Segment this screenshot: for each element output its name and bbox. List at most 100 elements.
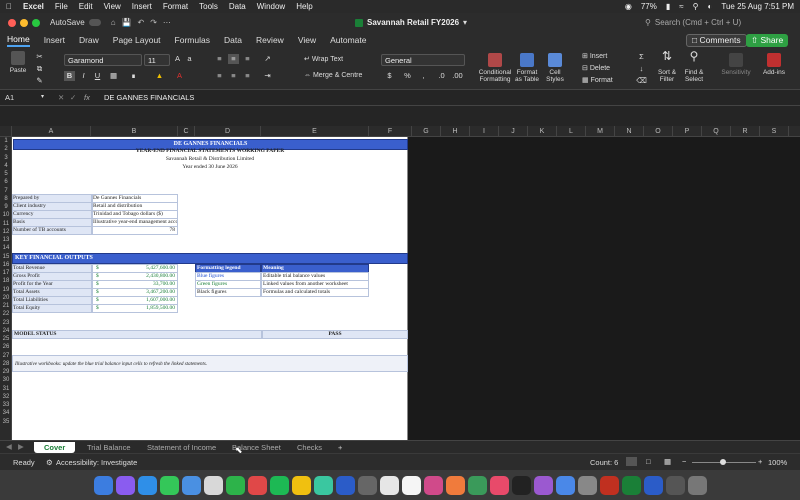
row-header[interactable]: 16 (0, 261, 12, 269)
tab-home[interactable]: Home (7, 34, 30, 47)
row-header[interactable]: 31 (0, 385, 12, 393)
menu-format[interactable]: Format (163, 2, 188, 11)
row-header[interactable]: 3 (0, 154, 12, 162)
accessibility-icon[interactable]: ⚙ (46, 458, 53, 467)
finder-icon[interactable] (93, 475, 113, 495)
font-color-icon[interactable]: A (174, 71, 185, 81)
photos-icon[interactable] (203, 475, 223, 495)
row-header[interactable]: 22 (0, 310, 12, 318)
datetime[interactable]: Tue 25 Aug 7:51 PM (721, 2, 794, 11)
column-header[interactable]: B (91, 126, 178, 137)
format-cells-button[interactable]: ▦ Format (582, 76, 613, 84)
formula-input[interactable]: DE GANNES FINANCIALS (104, 93, 194, 102)
insert-cells-button[interactable]: ⊞ Insert (582, 52, 607, 60)
cell-styles-button[interactable]: Cell Styles (542, 53, 568, 83)
column-header[interactable]: J (499, 126, 528, 137)
row-header[interactable]: 10 (0, 211, 12, 219)
align-bottom-icon[interactable]: ≡ (242, 54, 253, 64)
format-as-table-button[interactable]: Format as Table (514, 53, 540, 83)
conditional-formatting-button[interactable]: Conditional Formatting (477, 53, 513, 83)
paste-button[interactable]: Paste (6, 51, 30, 74)
calendar-app-icon[interactable] (247, 475, 267, 495)
minimize-window-icon[interactable] (20, 18, 28, 27)
indent-icon[interactable]: ⇥ (262, 71, 273, 81)
increase-font-icon[interactable]: A (172, 54, 183, 64)
row-header[interactable]: 18 (0, 277, 12, 285)
podcasts-icon[interactable] (533, 475, 553, 495)
column-header[interactable]: R (731, 126, 760, 137)
sheet-tab-trial-balance[interactable]: Trial Balance (87, 442, 131, 453)
row-header[interactable]: 8 (0, 195, 12, 203)
scroll-tabs-right-icon[interactable]: ▶ (18, 442, 24, 451)
trash-icon[interactable] (687, 475, 707, 495)
reminders-icon[interactable] (401, 475, 421, 495)
borders-icon[interactable]: ▦ (108, 71, 119, 81)
align-middle-icon[interactable]: ≡ (228, 54, 239, 64)
tab-insert[interactable]: Insert (44, 35, 65, 45)
control-center-icon[interactable]: ◐ (708, 2, 713, 11)
row-header[interactable]: 11 (0, 220, 12, 228)
column-header[interactable]: G (412, 126, 441, 137)
menu-help[interactable]: Help (296, 2, 312, 11)
increase-decimal-icon[interactable]: .0 (436, 71, 447, 81)
sheet-tab-cover[interactable]: Cover (34, 442, 76, 453)
strikethrough-icon[interactable]: ∎ (128, 71, 139, 81)
decrease-decimal-icon[interactable]: .00 (452, 71, 463, 81)
document-title[interactable]: Savannah Retail FY2026 (367, 18, 459, 27)
count-status[interactable]: Count: 6 (590, 458, 618, 467)
row-header[interactable]: 4 (0, 162, 12, 170)
menu-data[interactable]: Data (229, 2, 246, 11)
name-box[interactable]: A1 (5, 93, 14, 102)
menu-insert[interactable]: Insert (132, 2, 152, 11)
row-header[interactable]: 2 (0, 145, 12, 153)
row-header[interactable]: 27 (0, 352, 12, 360)
settings-icon[interactable] (577, 475, 597, 495)
worksheet-grid[interactable]: ABCDEFGHIJKLMNOPQRS 1 2 3 4 5 6 7 8 9 10 11 12 13 14 1… (0, 126, 800, 440)
underline-button[interactable]: U (92, 71, 103, 81)
font-name-select[interactable]: Garamond (64, 54, 142, 66)
name-box-dropdown-icon[interactable]: ▾ (41, 93, 44, 100)
cancel-icon[interactable]: ✕ (58, 93, 64, 102)
wifi-icon[interactable]: ≈ (679, 2, 683, 11)
orientation-icon[interactable]: ↗ (262, 54, 273, 64)
column-header[interactable]: D (195, 126, 261, 137)
facetime-icon[interactable] (225, 475, 245, 495)
tab-automate[interactable]: Automate (330, 35, 366, 45)
row-header[interactable]: 6 (0, 178, 12, 186)
menu-file[interactable]: File (55, 2, 68, 11)
numbers-icon[interactable] (467, 475, 487, 495)
zoom-window-icon[interactable] (32, 18, 40, 27)
menu-window[interactable]: Window (257, 2, 285, 11)
excel-dock-icon[interactable] (621, 475, 641, 495)
record-icon[interactable]: ◉ (625, 2, 632, 11)
column-header[interactable]: E (261, 126, 369, 137)
add-ins-button[interactable]: Add-ins (760, 53, 788, 76)
tab-view[interactable]: View (298, 35, 316, 45)
apple-icon[interactable]:  (6, 2, 12, 11)
column-header[interactable]: H (441, 126, 470, 137)
delete-cells-button[interactable]: ⊟ Delete (582, 64, 610, 72)
menu-app-name[interactable]: Excel (23, 2, 44, 11)
messages-icon[interactable] (159, 475, 179, 495)
cover-sheet-area[interactable]: DE GANNES FINANCIALS YEAR-END FINANCIAL … (12, 137, 408, 440)
fx-button[interactable]: fx (84, 93, 90, 102)
row-header[interactable]: 17 (0, 269, 12, 277)
font-size-select[interactable]: 11 (144, 54, 170, 66)
page-layout-view-icon[interactable]: □ (646, 457, 651, 466)
decrease-font-icon[interactable]: a (184, 54, 195, 64)
row-header[interactable]: 1 (0, 137, 12, 145)
align-top-icon[interactable]: ≡ (214, 54, 225, 64)
word-icon[interactable] (643, 475, 663, 495)
select-all-corner[interactable] (0, 126, 12, 137)
drive-icon[interactable] (291, 475, 311, 495)
row-header[interactable]: 13 (0, 236, 12, 244)
model-status-value[interactable]: PASS (262, 330, 408, 339)
column-header[interactable]: O (644, 126, 673, 137)
copy-icon[interactable]: ⧉ (34, 64, 45, 74)
enter-icon[interactable]: ✓ (70, 93, 76, 102)
zoom-slider-thumb[interactable] (720, 459, 726, 465)
calendar-icon[interactable] (379, 475, 399, 495)
row-header[interactable]: 33 (0, 401, 12, 409)
column-header[interactable]: I (470, 126, 499, 137)
battery-icon[interactable]: ▮ (666, 2, 670, 11)
